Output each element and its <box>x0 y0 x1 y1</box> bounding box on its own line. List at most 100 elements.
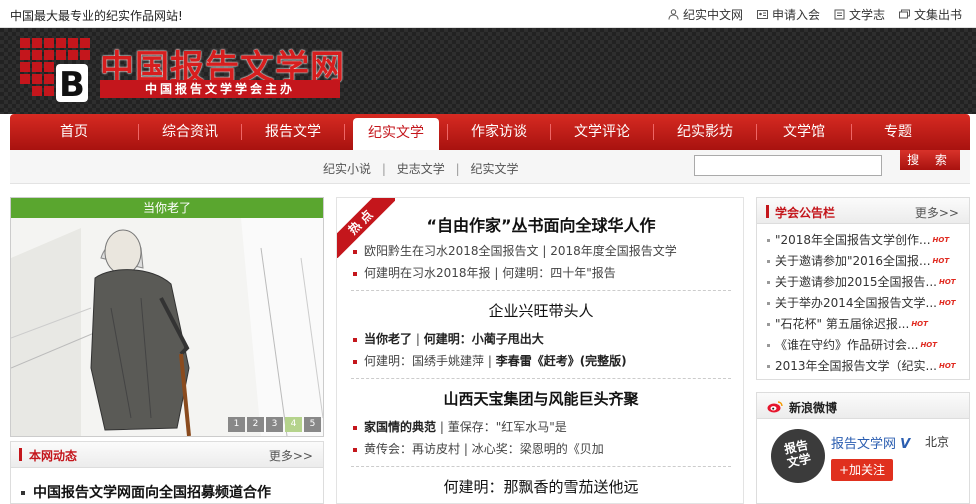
search-input[interactable] <box>694 155 882 176</box>
sub-link-novel[interactable]: 纪实小说 <box>323 162 371 176</box>
top-link-jishi[interactable]: 纪实中文网 <box>668 6 743 23</box>
news-link[interactable]: 家国情的典范 <box>364 420 436 434</box>
panel-header-marker <box>19 448 22 461</box>
slide-page-5[interactable]: 5 <box>304 417 321 432</box>
news-item[interactable]: 中国报告文学网面向全国招募频道合作 <box>21 482 271 502</box>
panel-title: 学会公告栏 <box>775 206 836 220</box>
slide-page-4[interactable]: 4 <box>285 417 302 432</box>
bullet-icon <box>767 323 770 326</box>
slide-page-3[interactable]: 3 <box>266 417 283 432</box>
more-link[interactable]: 更多>> <box>269 447 313 464</box>
slideshow-caption[interactable]: 当你老了 <box>11 198 323 218</box>
slide-page-2[interactable]: 2 <box>247 417 264 432</box>
notice-link[interactable]: 关于邀请参加"2016全国报... <box>775 254 931 268</box>
list-item[interactable]: 2013年全国报告文学（纪实... HOT <box>767 356 969 377</box>
slideshow-image[interactable]: 1 2 3 4 5 <box>11 218 323 436</box>
bullet-icon <box>767 302 770 305</box>
follow-button[interactable]: +加关注 <box>831 459 893 481</box>
notice-link[interactable]: "2018年全国报告文学创作... <box>775 233 931 247</box>
hot-badge: HOT <box>938 362 956 370</box>
sub-nav-links: 纪实小说 | 史志文学 | 纪实文学 <box>323 160 518 177</box>
nav-item-home[interactable]: 首页 <box>10 114 138 150</box>
sub-link-documentary[interactable]: 纪实文学 <box>470 162 518 176</box>
news-link[interactable]: 2018年度全国报告文学 <box>550 244 677 258</box>
news-link[interactable]: 冰心奖：梁恩明的《贝加 <box>472 442 604 456</box>
list-item[interactable]: "2018年全国报告文学创作... HOT <box>767 230 969 251</box>
notice-link[interactable]: 关于邀请参加2015全国报告... <box>775 275 937 289</box>
top-bar: 中国最大最专业的纪实作品网站! 纪实中文网 申请入会 文学志 文集出书 <box>0 0 976 28</box>
nav-item-topics[interactable]: 专题 <box>852 114 944 150</box>
weibo-account-name[interactable]: 报告文学网 V <box>831 433 910 452</box>
headline[interactable]: 企业兴旺带头人 <box>337 300 743 321</box>
news-link[interactable]: 当你老了 <box>364 332 412 346</box>
more-link[interactable]: 更多>> <box>915 204 959 221</box>
nav-item-library[interactable]: 文学馆 <box>757 114 851 150</box>
top-link-magazine[interactable]: 文学志 <box>834 6 885 23</box>
panel-title: 新浪微博 <box>789 401 838 415</box>
nav-item-reportage[interactable]: 报告文学 <box>242 114 344 150</box>
news-link[interactable]: 欧阳黔生在习水2018全国报告文 <box>364 244 539 258</box>
id-card-icon <box>756 10 768 19</box>
hot-badge: HOT <box>911 320 928 328</box>
avatar[interactable]: 报告 文学 <box>765 423 831 489</box>
nav-item-film[interactable]: 纪实影坊 <box>654 114 756 150</box>
logo-mark[interactable]: B <box>20 38 92 104</box>
list-item[interactable]: 关于邀请参加"2016全国报... HOT <box>767 251 969 272</box>
sub-nav: 纪实小说 | 史志文学 | 纪实文学 搜 索 <box>10 150 970 184</box>
old-man-illustration <box>11 218 323 436</box>
divider <box>351 466 731 467</box>
stack-icon <box>898 9 910 19</box>
site-header: B 中国报告文学网 中国报告文学学会主办 <box>0 28 976 114</box>
panel-header-marker <box>766 205 769 218</box>
news-link[interactable]: 董保存："红军水马"是 <box>448 420 567 434</box>
book-icon <box>834 9 845 20</box>
bullet-icon <box>767 344 770 347</box>
list-item[interactable]: "石花杯" 第五届徐迟报... HOT <box>767 314 969 335</box>
notice-list: "2018年全国报告文学创作... HOT 关于邀请参加"2016全国报... HO… <box>757 224 969 377</box>
search-button[interactable]: 搜 索 <box>900 150 960 170</box>
headline[interactable]: 何建明：那飘香的雪茄送他远 <box>337 476 743 497</box>
hot-badge: HOT <box>938 278 956 286</box>
nav-item-documentary[interactable]: 纪实文学 <box>353 118 439 150</box>
news-item-label: 中国报告文学网面向全国招募频道合作 <box>33 485 271 501</box>
top-link-label: 纪实中文网 <box>682 8 743 22</box>
list-item[interactable]: 《谁在守约》作品研讨会... HOT <box>767 335 969 356</box>
bullet-icon <box>767 239 770 242</box>
news-row: 欧阳黔生在习水2018全国报告文 | 2018年度全国报告文学 <box>353 242 677 259</box>
news-link[interactable]: 李春雷《赶考》(完整版) <box>496 354 627 368</box>
sub-link-history[interactable]: 史志文学 <box>397 162 445 176</box>
notice-link[interactable]: 2013年全国报告文学（纪实... <box>775 359 937 373</box>
weibo-location: 北京 <box>925 435 950 449</box>
news-link[interactable]: 黄传会：再访皮村 <box>364 442 460 456</box>
bullet-icon <box>767 260 770 263</box>
list-item[interactable]: 关于邀请参加2015全国报告... HOT <box>767 272 969 293</box>
slide-page-1[interactable]: 1 <box>228 417 245 432</box>
news-link[interactable]: 何建明：国绣手姚建萍 <box>364 354 484 368</box>
weibo-icon <box>767 401 783 413</box>
news-link[interactable]: 何建明：四十年"报告 <box>502 266 616 280</box>
top-link-publish[interactable]: 文集出书 <box>898 6 962 23</box>
top-link-label: 文学志 <box>848 8 885 22</box>
notice-link[interactable]: 《谁在守约》作品研讨会... <box>775 338 918 352</box>
hot-badge: HOT <box>932 236 950 244</box>
weibo-name-label: 报告文学网 <box>831 437 897 452</box>
hot-news-panel: 热点 “自由作家”丛书面向全球华人作 欧阳黔生在习水2018全国报告文 | 20… <box>336 197 744 504</box>
news-row: 家国情的典范 | 董保存："红军水马"是 <box>353 418 567 435</box>
nav-item-news[interactable]: 综合资讯 <box>139 114 241 150</box>
nav-item-interviews[interactable]: 作家访谈 <box>448 114 550 150</box>
top-link-label: 申请入会 <box>771 8 820 22</box>
panel-header: 新浪微博 <box>757 393 969 419</box>
divider <box>351 378 731 379</box>
news-link[interactable]: 何建明：小蔺子甩出大 <box>424 332 544 346</box>
bullet-icon <box>353 425 357 430</box>
news-link[interactable]: 何建明在习水2018年报 <box>364 266 491 280</box>
sub-link-divider: | <box>381 162 386 176</box>
list-item[interactable]: 关于举办2014全国报告文学... HOT <box>767 293 969 314</box>
notice-link[interactable]: 关于举办2014全国报告文学... <box>775 296 937 310</box>
top-link-apply[interactable]: 申请入会 <box>756 6 820 23</box>
nav-item-criticism[interactable]: 文学评论 <box>551 114 653 150</box>
notice-link[interactable]: "石花杯" 第五届徐迟报... <box>775 317 909 331</box>
headline[interactable]: “自由作家”丛书面向全球华人作 <box>337 212 743 236</box>
headline[interactable]: 山西天宝集团与风能巨头齐聚 <box>337 388 743 409</box>
bullet-icon <box>353 359 357 364</box>
